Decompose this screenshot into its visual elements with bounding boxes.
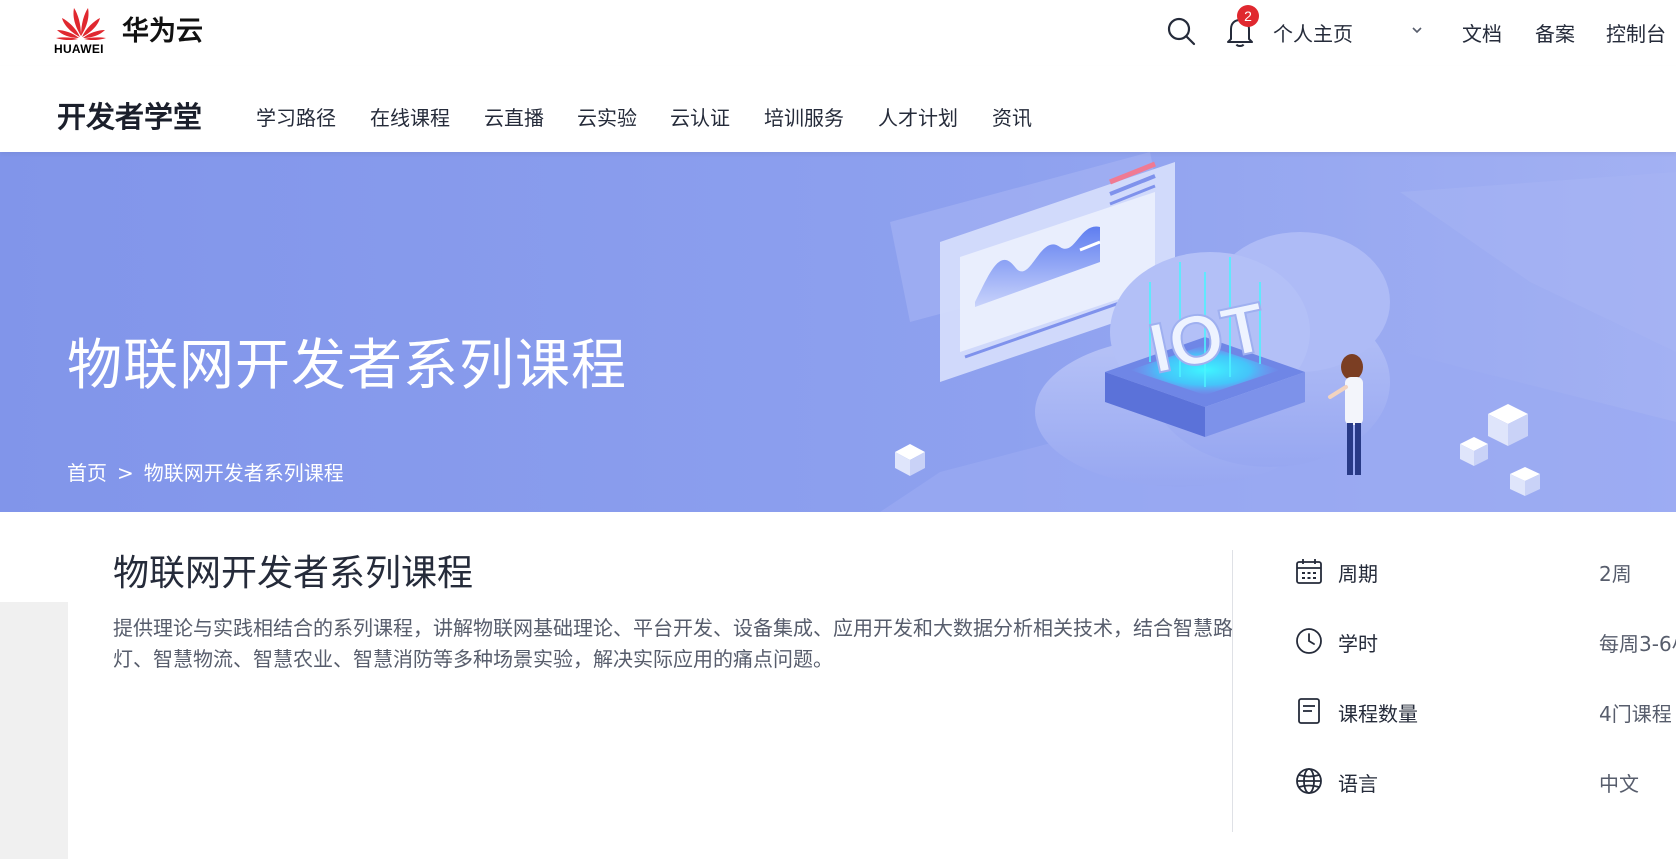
globe-icon [1296,768,1322,794]
meta-language: 语言 中文 [1294,762,1676,802]
meta-label: 语言 [1338,772,1378,796]
nav-talent-program[interactable]: 人才计划 [878,102,958,131]
clock-icon [1296,628,1322,654]
meta-value: 2周 [1599,562,1632,586]
chevron-down-icon [1412,27,1422,34]
course-banner: IOT 物联网开发者系列课程 首页 > 物联网开发者系列课程 [0,152,1676,512]
academy-nav: 开发者学堂 学习路径 在线课程 云直播 云实验 云认证 培训服务 人才计划 资讯 [0,66,1676,152]
meta-course-count: 课程数量 4门课程 [1294,692,1676,732]
user-home-menu[interactable]: 个人主页 [1273,18,1433,46]
user-home-label: 个人主页 [1273,22,1353,46]
meta-value: 中文 [1599,772,1639,796]
document-icon [1298,698,1320,724]
docs-link[interactable]: 文档 [1462,18,1502,47]
breadcrumb-home-link[interactable]: 首页 [67,461,107,485]
nav-cloud-certification[interactable]: 云认证 [670,102,730,131]
academy-title[interactable]: 开发者学堂 [57,94,202,136]
meta-value: 每周3-6小时 [1599,632,1676,656]
card-divider [1232,550,1233,832]
breadcrumb: 首页 > 物联网开发者系列课程 [67,457,344,486]
top-bar: HUAWEI 华为云 2 个人主页 文档 备案 控制台 [0,0,1676,66]
nav-cloud-lab[interactable]: 云实验 [577,102,637,131]
breadcrumb-separator: > [117,461,134,485]
calendar-icon [1296,559,1322,584]
nav-cloud-live[interactable]: 云直播 [484,102,544,131]
search-icon[interactable] [1166,16,1196,46]
banner-title: 物联网开发者系列课程 [67,333,628,397]
nav-online-courses[interactable]: 在线课程 [370,102,450,131]
nav-training-services[interactable]: 培训服务 [764,102,844,131]
meta-label: 周期 [1338,562,1378,586]
console-link[interactable]: 控制台 [1606,18,1666,47]
meta-duration: 周期 2周 [1294,552,1676,592]
page-background-left [0,602,68,859]
notification-count-badge: 2 [1237,5,1259,27]
nav-learning-path[interactable]: 学习路径 [256,102,336,131]
course-info-card: 物联网开发者系列课程 提供理论与实践相结合的系列课程，讲解物联网基础理论、平台开… [68,512,1676,859]
iot-illustration: IOT [880,152,1676,512]
nav-news[interactable]: 资讯 [992,102,1032,131]
icp-filing-link[interactable]: 备案 [1535,18,1575,47]
meta-label: 课程数量 [1338,702,1418,726]
top-right-actions: 2 个人主页 文档 备案 控制台 [0,0,1676,66]
meta-study-hours: 学时 每周3-6小时 [1294,622,1676,662]
meta-label: 学时 [1338,632,1378,656]
course-description: 提供理论与实践相结合的系列课程，讲解物联网基础理论、平台开发、设备集成、应用开发… [113,616,1233,671]
course-title: 物联网开发者系列课程 [113,553,474,594]
meta-value: 4门课程 [1599,702,1672,726]
breadcrumb-current: 物联网开发者系列课程 [143,461,344,485]
